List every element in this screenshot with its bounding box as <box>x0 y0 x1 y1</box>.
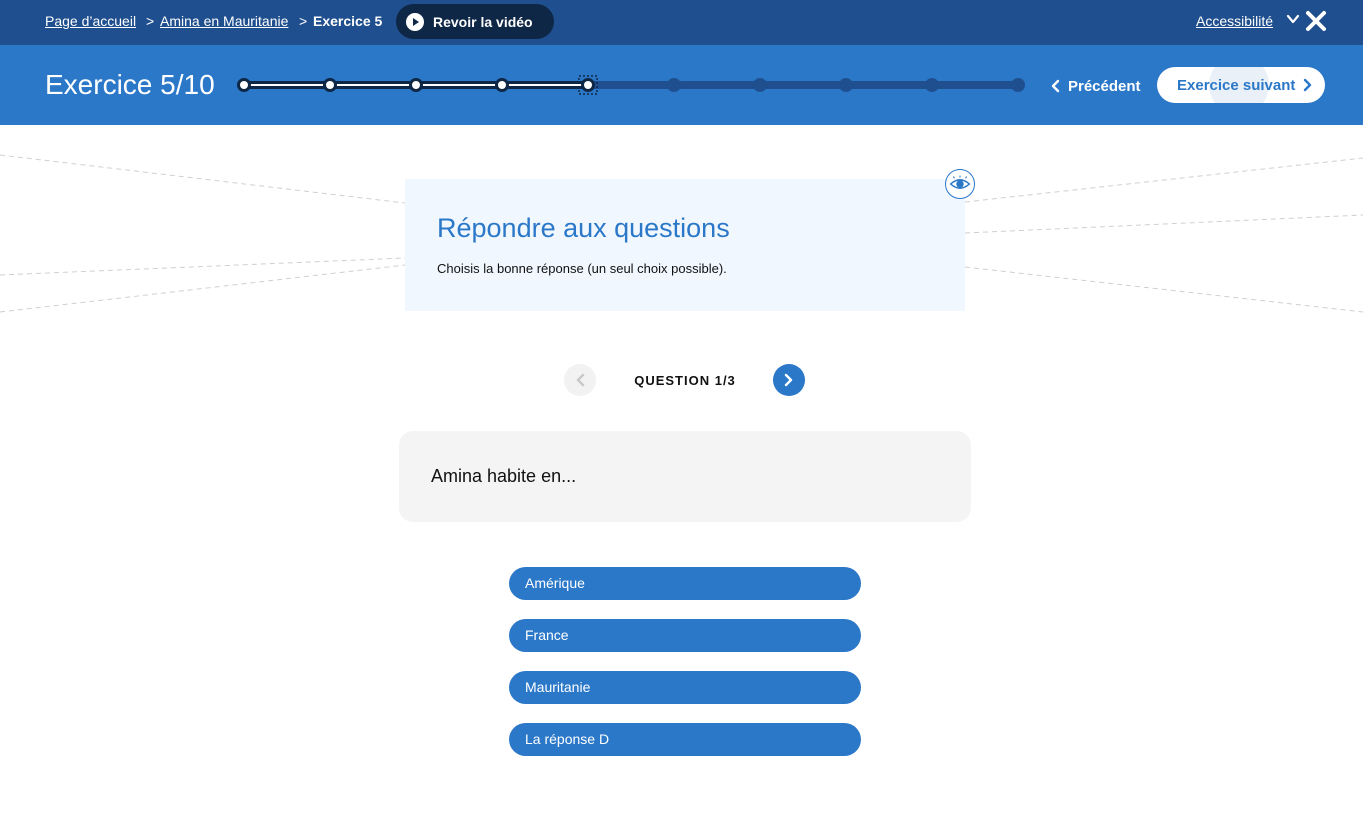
previous-button[interactable]: Précédent <box>1050 76 1141 96</box>
instructions-subtitle: Choisis la bonne réponse (un seul choix … <box>437 261 727 276</box>
previous-question-button[interactable] <box>564 364 596 396</box>
close-icon[interactable] <box>1304 9 1328 33</box>
instructions-card: Répondre aux questions Choisis la bonne … <box>405 179 965 311</box>
previous-label: Précédent <box>1068 77 1141 95</box>
progress-step-9[interactable] <box>925 78 939 92</box>
replay-video-button[interactable]: Revoir la vidéo <box>396 4 554 39</box>
question-card: Amina habite en... <box>399 431 971 522</box>
progress-step-8[interactable] <box>839 78 853 92</box>
progress-step-5[interactable] <box>578 75 598 95</box>
accessibility-link[interactable]: Accessibilité <box>1196 13 1273 29</box>
progress-step-4[interactable] <box>495 78 509 92</box>
exercise-progress <box>237 75 1025 95</box>
progress-step-3[interactable] <box>409 78 423 92</box>
chevron-left-icon <box>576 373 585 387</box>
next-exercise-button[interactable]: Exercice suivant <box>1157 67 1325 103</box>
breadcrumb-separator: > <box>299 13 308 29</box>
answer-list: Amérique France Mauritanie La réponse D <box>509 567 861 775</box>
answer-option-c[interactable]: Mauritanie <box>509 671 861 704</box>
next-question-button[interactable] <box>773 364 805 396</box>
play-icon <box>406 12 424 31</box>
exercise-title: Exercice 5/10 <box>45 69 215 100</box>
eye-icon[interactable] <box>945 169 975 199</box>
chevron-down-icon[interactable] <box>1286 12 1300 26</box>
breadcrumb-separator: > <box>146 13 155 29</box>
chevron-left-icon <box>1051 79 1060 93</box>
progress-step-1[interactable] <box>237 78 251 92</box>
question-text: Amina habite en... <box>431 466 577 486</box>
replay-video-label: Revoir la vidéo <box>433 13 533 30</box>
breadcrumb-current: Exercice 5 <box>313 13 383 29</box>
chevron-right-icon <box>784 373 793 387</box>
answer-option-b[interactable]: France <box>509 619 861 652</box>
top-bar: Page d’accueil > Amina en Mauritanie > E… <box>0 0 1363 45</box>
progress-step-10[interactable] <box>1011 78 1025 92</box>
exercise-header: Exercice 5/10 Précédent Exercice suivant <box>0 45 1363 125</box>
next-exercise-label: Exercice suivant <box>1177 76 1296 94</box>
question-counter: QUESTION 1/3 <box>634 373 736 388</box>
breadcrumb-lesson-link[interactable]: Amina en Mauritanie <box>160 13 288 29</box>
progress-step-2[interactable] <box>323 78 337 92</box>
progress-step-6[interactable] <box>667 78 681 92</box>
chevron-right-icon <box>1304 78 1312 92</box>
answer-option-d[interactable]: La réponse D <box>509 723 861 756</box>
instructions-title: Répondre aux questions <box>437 213 730 243</box>
breadcrumb-home-link[interactable]: Page d’accueil <box>45 13 136 29</box>
progress-step-7[interactable] <box>753 78 767 92</box>
answer-option-a[interactable]: Amérique <box>509 567 861 600</box>
